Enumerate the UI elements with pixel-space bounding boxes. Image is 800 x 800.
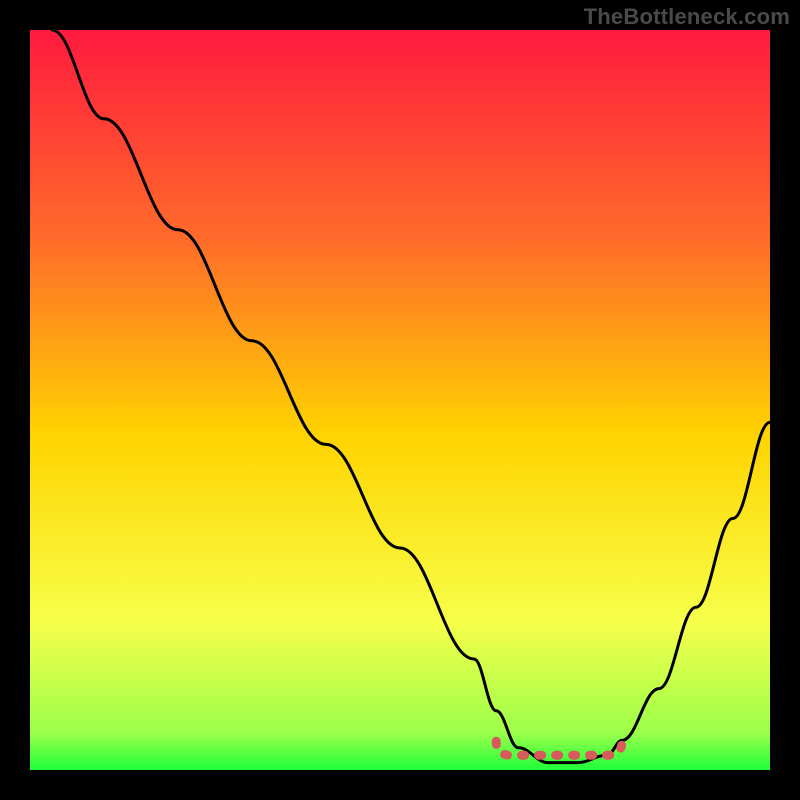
gradient-plot-area: [30, 30, 770, 770]
bottleneck-chart: [0, 0, 800, 800]
watermark-text: TheBottleneck.com: [584, 4, 790, 30]
chart-frame: TheBottleneck.com: [0, 0, 800, 800]
